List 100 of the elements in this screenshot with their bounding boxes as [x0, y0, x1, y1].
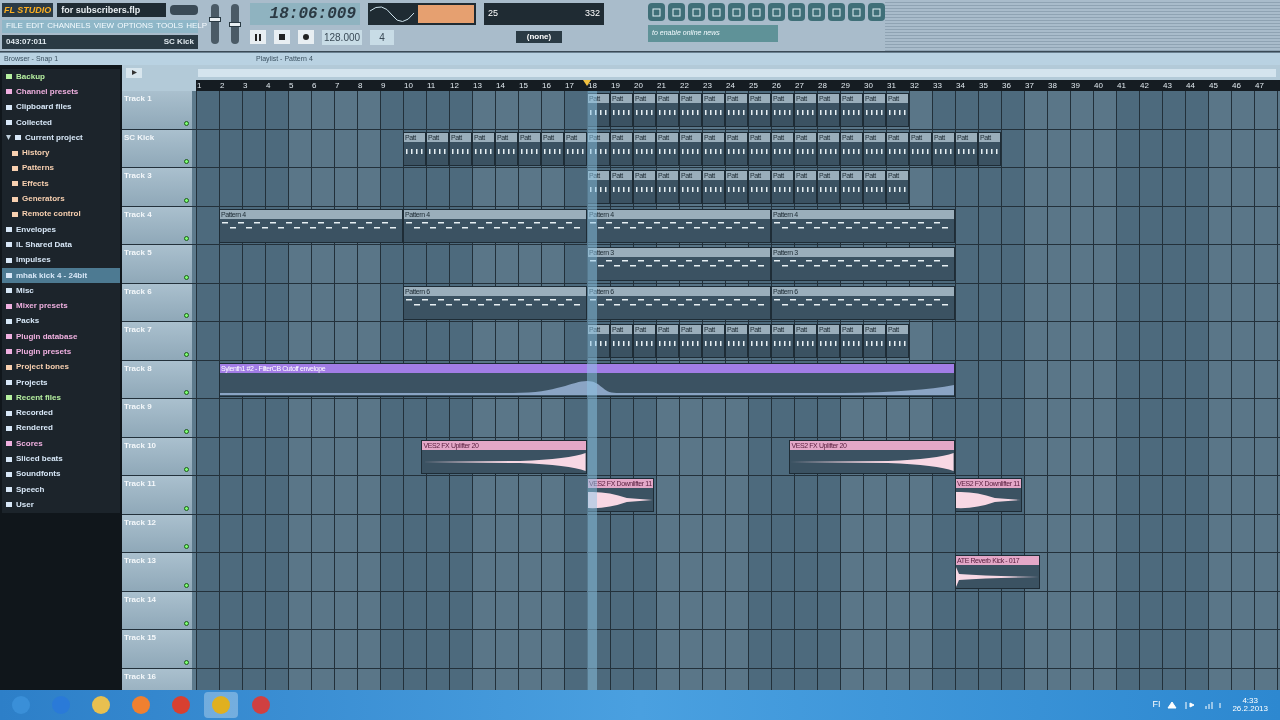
- bar-number: 30: [864, 80, 873, 91]
- browser-item[interactable]: Recent files: [2, 390, 120, 406]
- toolbar-button[interactable]: [668, 3, 685, 21]
- clock-date: 26.2.2013: [1232, 705, 1268, 713]
- bar-number: 40: [1094, 80, 1103, 91]
- browser-item[interactable]: Sliced beats: [2, 451, 120, 467]
- browser-item[interactable]: Effects: [2, 176, 120, 192]
- browser-item[interactable]: Mixer presets: [2, 298, 120, 314]
- bar-number: 42: [1140, 80, 1149, 91]
- note-ticks-drawing: [475, 148, 493, 154]
- play-button[interactable]: [126, 67, 142, 78]
- note-ticks-drawing: [659, 148, 677, 154]
- browser-item[interactable]: Misc: [2, 283, 120, 299]
- bar-number: 1: [197, 80, 202, 91]
- track-name: Track 5: [124, 247, 152, 259]
- track-enable-led[interactable]: [184, 274, 189, 280]
- browser-item[interactable]: User: [2, 497, 120, 513]
- pitch-slider[interactable]: [231, 4, 239, 44]
- stop-button[interactable]: [274, 30, 290, 44]
- note-ticks-drawing: [728, 110, 746, 115]
- bar-number: 5: [289, 80, 294, 91]
- note-ticks-drawing: [682, 148, 700, 154]
- beats-display[interactable]: 4: [370, 29, 394, 45]
- track-name: Track 7: [124, 324, 152, 336]
- bar-number: 13: [473, 80, 482, 91]
- bar-number: 10: [404, 80, 413, 91]
- scrollbar[interactable]: [198, 68, 1276, 77]
- bar-number: 46: [1232, 80, 1241, 91]
- track-enable-led[interactable]: [184, 236, 189, 241]
- browser-item[interactable]: Speech: [2, 482, 120, 498]
- browser-item[interactable]: Scores: [2, 436, 120, 452]
- bar-number: 19: [611, 80, 620, 91]
- bar-number: 37: [1025, 80, 1034, 91]
- toolbar-button[interactable]: [708, 3, 725, 21]
- track-enable-led[interactable]: [184, 544, 189, 549]
- note-ticks-drawing: [935, 148, 953, 154]
- note-ticks-drawing: [889, 110, 907, 115]
- cpu-value: 25: [488, 7, 498, 21]
- toolbar-button[interactable]: [868, 3, 885, 21]
- note-ticks-drawing: [567, 148, 585, 154]
- toolbar-button[interactable]: [788, 3, 805, 21]
- browser-item[interactable]: Current project: [2, 130, 120, 146]
- track-enable-led[interactable]: [184, 467, 189, 472]
- bar-number: 7: [335, 80, 340, 91]
- toolbar-button[interactable]: [848, 3, 865, 21]
- note-ticks-drawing: [751, 148, 769, 154]
- bar-number: 15: [519, 80, 528, 91]
- bar-number: 38: [1048, 80, 1057, 91]
- pattern-selector[interactable]: (none): [516, 31, 562, 43]
- stop-icon: [279, 34, 285, 40]
- bar-number: 20: [634, 80, 643, 91]
- track-name: Track 9: [124, 401, 152, 413]
- browser-item[interactable]: Plugin presets: [2, 344, 120, 360]
- browser-item[interactable]: Backup: [2, 69, 120, 85]
- browser-item[interactable]: History: [2, 145, 120, 161]
- language-indicator[interactable]: FI: [1152, 698, 1161, 712]
- bar-number: 18: [588, 80, 597, 91]
- bar-number: 32: [910, 80, 919, 91]
- bar-number: 45: [1209, 80, 1218, 91]
- track-enable-led[interactable]: [184, 428, 189, 434]
- note-ticks-drawing: [544, 148, 562, 154]
- note-ticks-drawing: [774, 187, 792, 192]
- note-ticks-drawing: [659, 110, 677, 115]
- toolbar-button[interactable]: [728, 3, 745, 21]
- track-enable-led[interactable]: [184, 120, 189, 126]
- track-enable-led[interactable]: [184, 582, 189, 588]
- pause-button[interactable]: [250, 30, 266, 44]
- tempo-display[interactable]: 128.000: [322, 29, 362, 45]
- browser-item[interactable]: Generators: [2, 191, 120, 207]
- toolbar-button[interactable]: [768, 3, 785, 21]
- volume-slider[interactable]: [211, 4, 219, 44]
- bar-number: 24: [726, 80, 735, 91]
- note-ticks-drawing: [659, 187, 677, 192]
- browser-item[interactable]: Channel presets: [2, 84, 120, 100]
- track-enable-led[interactable]: [184, 390, 189, 395]
- bar-number: 47: [1255, 80, 1264, 91]
- bar-number: 22: [680, 80, 689, 91]
- track-enable-led[interactable]: [184, 351, 189, 357]
- note-ticks-drawing: [820, 110, 838, 115]
- browser-item[interactable]: Plugin database: [2, 329, 120, 345]
- record-button[interactable]: [298, 30, 314, 44]
- toolbar-button[interactable]: [808, 3, 825, 21]
- track-enable-led[interactable]: [184, 159, 189, 164]
- toolbar-button[interactable]: [688, 3, 705, 21]
- track-name: SC Kick: [124, 131, 155, 144]
- toolbar-button[interactable]: [748, 3, 765, 21]
- toolbar-button[interactable]: [828, 3, 845, 21]
- toolbar-button[interactable]: [648, 3, 665, 21]
- track-enable-led[interactable]: [184, 659, 189, 665]
- track-enable-led[interactable]: [184, 505, 189, 511]
- window-buttons[interactable]: [170, 4, 198, 15]
- track-enable-led[interactable]: [184, 313, 189, 318]
- note-ticks-drawing: [751, 110, 769, 115]
- record-icon: [303, 34, 309, 40]
- note-ticks-drawing: [429, 148, 447, 154]
- track-enable-led[interactable]: [184, 621, 189, 626]
- note-ticks-drawing: [636, 187, 654, 192]
- track-name: Track 12: [124, 516, 157, 529]
- browser-item[interactable]: IL Shared Data: [2, 237, 120, 253]
- track-enable-led[interactable]: [184, 197, 189, 203]
